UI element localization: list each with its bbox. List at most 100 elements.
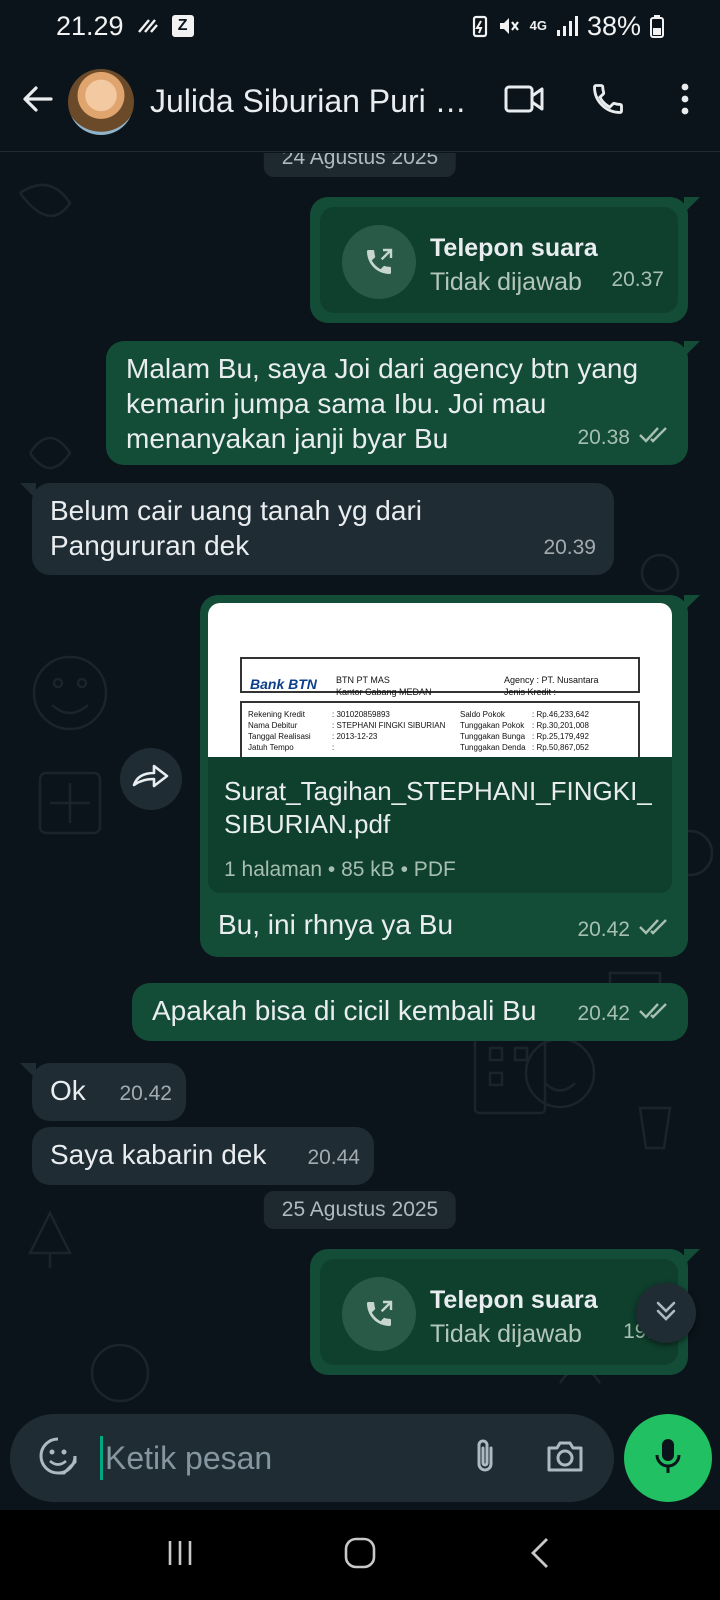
preview-row: Jatuh Tempo: [248,742,458,753]
mute-icon [497,14,521,38]
preview-row-value: : 301020859893 [332,710,390,719]
message-text: Ok [50,1075,86,1106]
bank-logo: Bank BTN [250,676,317,692]
preview-row-label: Tunggakan Denda [460,743,526,752]
bubble-tail [684,197,700,213]
document-info[interactable]: Surat_Tagihan_STEPHANI_FINGKI_SIBURIAN.p… [208,757,672,893]
preview-row: Saldo Pokok : Rp.46,233,642 [460,709,640,720]
contact-name[interactable]: Julida Siburian Puri Sidomulyo [150,83,480,120]
chat-header: Julida Siburian Puri Sidomulyo [0,52,720,152]
message-text: Apakah bisa di cicil kembali Bu [152,995,537,1026]
phone-icon [590,81,626,122]
preview-row-label: Saldo Pokok [460,710,505,719]
bubble-tail [684,341,700,357]
bubble-tail [684,595,700,611]
data-transfer-icon [136,16,160,36]
outgoing-call-icon [342,225,416,299]
message-composer [10,1414,614,1502]
message-time: 20.42 [577,918,630,941]
preview-row-label: Jatuh Tempo [248,743,294,752]
paperclip-icon [470,1436,500,1481]
outgoing-message[interactable]: Apakah bisa di cicil kembali Bu 20.42 [132,983,688,1041]
outgoing-call-icon [342,1277,416,1351]
incoming-message[interactable]: Ok 20.42 [20,1063,186,1121]
more-options-button[interactable] [650,67,720,137]
pdf-preview[interactable]: Bank BTN BTN PT MAS Kantor Cabang MEDAN … [208,603,672,757]
message-meta: 20.42 [577,996,670,1031]
camera-icon [545,1438,585,1479]
forward-icon [132,763,170,796]
call-title: Telepon suara [430,1286,598,1314]
message-time: 20.39 [543,536,596,559]
call-status: Tidak dijawab [430,1320,582,1348]
message-meta: 20.39 [543,530,596,565]
preview-row: Rekening Kredit: 301020859893 [248,709,458,720]
call-card: Telepon suara Tidak dijawab 19.1 [320,1259,678,1365]
forward-button[interactable] [120,748,182,810]
outgoing-message[interactable]: Malam Bu, saya Joi dari agency btn yang … [106,341,700,465]
preview-row: Tunggakan Bunga : Rp.25,179,492 [460,731,640,742]
system-back-button[interactable] [495,1520,585,1590]
back-button[interactable] [8,72,68,132]
scroll-to-bottom-button[interactable] [636,1283,696,1343]
preview-row-value: : 2013-12-23 [332,732,378,741]
message-meta: 20.38 [577,420,670,455]
signal-icon [556,15,578,37]
missed-call-bubble[interactable]: Telepon suara Tidak dijawab 19.1 [310,1249,700,1375]
call-card: Telepon suara Tidak dijawab 20.37 [320,207,678,313]
message-time: 20.42 [119,1082,172,1105]
status-bar: 21.29 Z 4G 38% [0,0,720,52]
message-text: Malam Bu, saya Joi dari agency btn yang … [126,353,639,454]
call-status: Tidak dijawab [430,268,582,296]
file-meta: 1 halaman • 85 kB • PDF [224,858,456,881]
preview-row-label: Tunggakan Bunga [460,732,526,741]
more-vert-icon [680,82,690,121]
message-text: Saya kabarin dek [50,1139,267,1170]
attach-button[interactable] [445,1418,525,1498]
emoji-sticker-button[interactable] [18,1418,98,1498]
battery-icon [650,14,664,38]
network-type-icon: 4G [529,18,547,33]
message-meta: 20.42 [119,1076,172,1111]
message-time: 20.42 [577,1002,630,1025]
preview-row-label: Tanggal Realisasi [248,732,311,741]
avatar[interactable] [68,68,134,135]
home-button[interactable] [315,1520,405,1590]
video-call-icon [504,84,544,119]
chat-area[interactable]: 24 Agustus 2025 Telepon suara Tidak dija… [0,153,720,1407]
message-input[interactable] [105,1439,445,1477]
voice-call-button[interactable] [566,67,650,137]
preview-row-label: Tunggakan Pokok [460,721,525,730]
file-name: Surat_Tagihan_STEPHANI_FINGKI_SIBURIAN.p… [224,776,652,839]
date-separator: 25 Agustus 2025 [263,1191,457,1229]
double-chevron-down-icon [653,1298,679,1329]
preview-row-value: : [332,743,335,752]
preview-row: Tanggal Realisasi : 2013-12-23 [248,731,458,742]
camera-button[interactable] [525,1418,605,1498]
incoming-message[interactable]: Saya kabarin dek 20.44 [32,1127,374,1185]
missed-call-bubble[interactable]: Telepon suara Tidak dijawab 20.37 [310,197,700,323]
document-caption: Bu, ini rhnya ya Bu [218,909,454,940]
preview-row-value: : Rp.25,179,492 [532,732,589,741]
preview-header-box: Bank BTN BTN PT MAS Kantor Cabang MEDAN … [240,657,640,697]
home-icon [343,1536,377,1575]
double-check-icon [638,996,670,1031]
message-text: Belum cair uang tanah yg dari Pangururan… [50,495,422,561]
date-separator: 24 Agustus 2025 [263,153,457,177]
back-arrow-icon [21,82,55,121]
recents-icon [165,1538,195,1573]
double-check-icon [638,912,670,947]
document-message[interactable]: Bank BTN BTN PT MAS Kantor Cabang MEDAN … [200,595,700,957]
message-meta: 20.42 [577,912,670,947]
chevron-left-icon [529,1536,551,1575]
call-title: Telepon suara [430,234,598,262]
incoming-message[interactable]: Belum cair uang tanah yg dari Pangururan… [20,483,614,575]
message-time: 20.37 [611,268,664,291]
voice-record-button[interactable] [624,1414,712,1502]
recent-apps-button[interactable] [135,1520,225,1590]
message-meta: 20.37 [611,262,664,297]
system-nav-bar [0,1510,720,1600]
video-call-button[interactable] [482,67,566,137]
preview-row-value: : Rp.46,233,642 [532,710,589,719]
mic-icon [653,1436,683,1481]
